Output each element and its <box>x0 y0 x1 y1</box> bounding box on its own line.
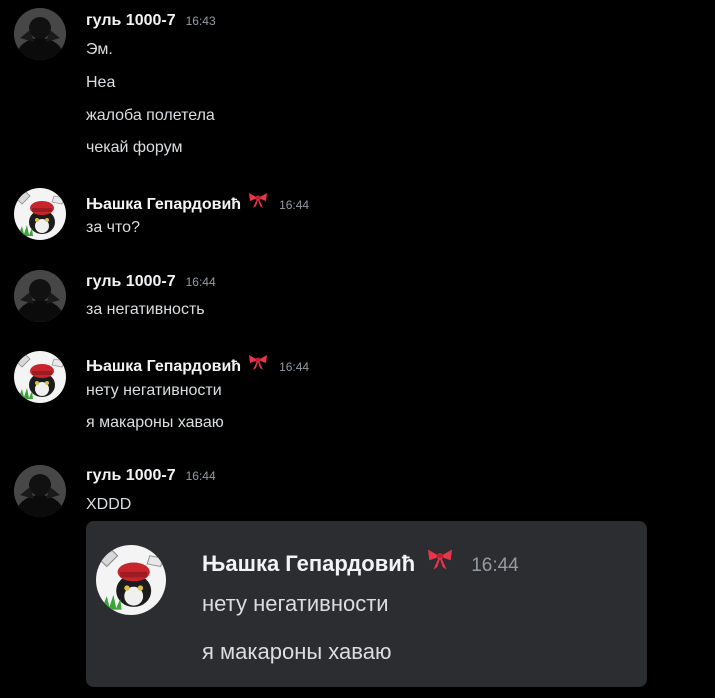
timestamp: 16:44 <box>279 360 310 374</box>
embed-author-name: Њашка Гепардовић <box>202 551 416 576</box>
author-name[interactable]: Њашка Гепардовић <box>86 196 241 214</box>
timestamp: 16:43 <box>185 14 216 28</box>
red-bow-icon <box>247 191 269 209</box>
cat-avatar-icon[interactable] <box>14 188 66 240</box>
message-text: я макароны хаваю <box>86 414 224 431</box>
message-text: чекай форум <box>86 139 183 156</box>
author-name[interactable]: гуль 1000-7 <box>86 273 176 291</box>
dark-figure-avatar-icon[interactable] <box>14 465 66 517</box>
timestamp: 16:44 <box>185 469 216 483</box>
embed-header: Њашка Гепардовић 16:44 <box>202 547 519 577</box>
message-text: Неа <box>86 74 116 91</box>
message-header: гуль 1000-7 16:43 <box>86 12 216 34</box>
message-text: Эм. <box>86 41 113 58</box>
message-header: гуль 1000-7 16:44 <box>86 467 216 489</box>
message-text: нету негативности <box>86 382 222 399</box>
red-bow-icon <box>247 353 269 371</box>
message-text: за негативность <box>86 301 205 318</box>
embed-timestamp: 16:44 <box>471 555 519 576</box>
dark-figure-avatar-icon[interactable] <box>14 270 66 322</box>
timestamp: 16:44 <box>279 198 310 212</box>
message-text: XDDD <box>86 496 132 513</box>
chat-message-list: гуль 1000-7 16:43 Эм. Неа жалоба полетел… <box>0 0 715 698</box>
embed-text: нету негативности <box>202 591 389 616</box>
red-bow-icon <box>425 547 455 571</box>
message-header: Њашка Гепардовић 16:44 <box>86 191 309 213</box>
message-text: за что? <box>86 219 140 236</box>
cat-avatar-icon <box>96 545 166 615</box>
author-name[interactable]: Њашка Гепардовић <box>86 358 241 376</box>
cat-avatar-icon[interactable] <box>14 351 66 403</box>
author-name[interactable]: гуль 1000-7 <box>86 12 176 30</box>
author-name[interactable]: гуль 1000-7 <box>86 467 176 485</box>
dark-figure-avatar-icon[interactable] <box>14 8 66 60</box>
message-header: гуль 1000-7 16:44 <box>86 273 216 295</box>
embed-text: я макароны хаваю <box>202 639 392 664</box>
message-text: жалоба полетела <box>86 107 215 124</box>
quoted-message-embed[interactable]: Њашка Гепардовић 16:44 нету негативности… <box>86 521 647 687</box>
message-header: Њашка Гепардовић 16:44 <box>86 353 309 375</box>
timestamp: 16:44 <box>185 275 216 289</box>
